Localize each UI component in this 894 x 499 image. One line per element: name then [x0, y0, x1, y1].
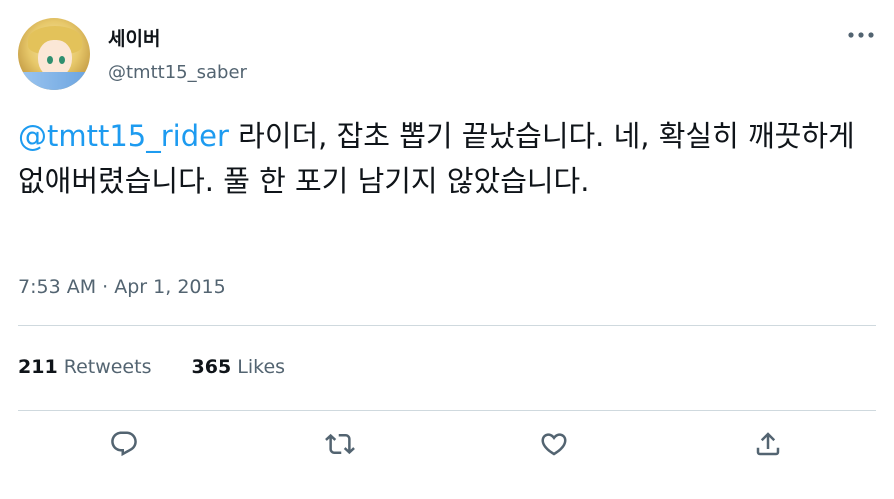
author-display-name[interactable]: 세이버 — [108, 24, 160, 51]
more-options-button[interactable] — [846, 27, 876, 41]
avatar-eye-right — [59, 56, 65, 64]
share-button[interactable] — [748, 424, 788, 464]
retweets-label: Retweets — [63, 356, 152, 378]
divider-bottom — [18, 410, 876, 411]
tweet-actions — [0, 424, 894, 464]
avatar[interactable] — [18, 18, 90, 90]
meta-separator: · — [102, 276, 109, 298]
avatar-eye-left — [47, 56, 53, 64]
reply-icon — [111, 431, 137, 457]
more-horizontal-icon — [848, 32, 874, 38]
tweet-text: @tmtt15_rider 라이더, 잡초 뽑기 끝났습니다. 네, 확실히 깨… — [18, 114, 868, 204]
divider-top — [18, 325, 876, 326]
avatar-band — [18, 72, 90, 90]
author-handle[interactable]: @tmtt15_saber — [108, 62, 247, 83]
retweet-button[interactable] — [320, 424, 360, 464]
retweets-stat[interactable]: 211 Retweets — [18, 356, 151, 378]
mention-link[interactable]: @tmtt15_rider — [18, 119, 229, 153]
reply-button[interactable] — [104, 424, 144, 464]
retweet-icon — [325, 433, 355, 455]
like-icon — [541, 433, 567, 456]
tweet-time-link[interactable]: 7:53 AM — [18, 276, 96, 298]
likes-count: 365 — [191, 356, 232, 378]
likes-label: Likes — [237, 356, 286, 378]
retweets-count: 211 — [18, 356, 58, 378]
like-button[interactable] — [534, 424, 574, 464]
tweet-stats: 211 Retweets 365 Likes — [18, 356, 319, 378]
likes-stat[interactable]: 365 Likes — [192, 356, 286, 378]
share-icon — [756, 432, 780, 456]
tweet-timestamp: 7:53 AM · Apr 1, 2015 — [18, 276, 226, 298]
tweet-date-link[interactable]: Apr 1, 2015 — [114, 276, 225, 298]
